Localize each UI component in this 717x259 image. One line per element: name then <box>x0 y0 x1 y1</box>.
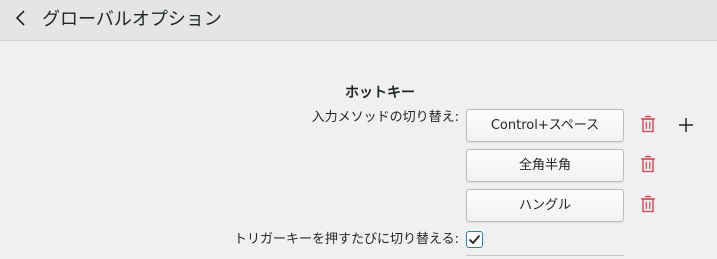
trash-icon <box>640 155 656 177</box>
add-hotkey-button[interactable] <box>675 116 697 138</box>
next-hotkey-field-partial[interactable] <box>466 255 624 259</box>
trigger-switch-label: トリガーキーを押すたびに切り替える: <box>234 232 459 247</box>
remove-hotkey-button[interactable] <box>638 195 658 217</box>
hotkey-button[interactable]: 全角半角 <box>466 149 624 182</box>
hotkey-button[interactable]: ハングル <box>466 189 624 222</box>
remove-hotkey-button[interactable] <box>638 115 658 137</box>
trash-icon <box>640 115 656 137</box>
checkmark-icon <box>468 230 481 249</box>
trigger-switch-checkbox[interactable] <box>466 231 483 248</box>
page-title: グローバルオプション <box>42 9 222 30</box>
content-area: ホットキー 入力メソッドの切り替え: Control+スペース 全角半角 ハング… <box>0 41 717 257</box>
plus-icon <box>678 117 694 137</box>
header-bar: グローバルオプション <box>0 0 717 41</box>
hotkey-button[interactable]: Control+スペース <box>466 109 624 142</box>
back-button[interactable] <box>8 6 34 34</box>
remove-hotkey-button[interactable] <box>638 155 658 177</box>
trash-icon <box>640 195 656 217</box>
switch-input-method-label: 入力メソッドの切り替え: <box>311 110 459 125</box>
chevron-left-icon <box>14 9 28 31</box>
section-heading-hotkeys: ホットキー <box>345 85 415 101</box>
